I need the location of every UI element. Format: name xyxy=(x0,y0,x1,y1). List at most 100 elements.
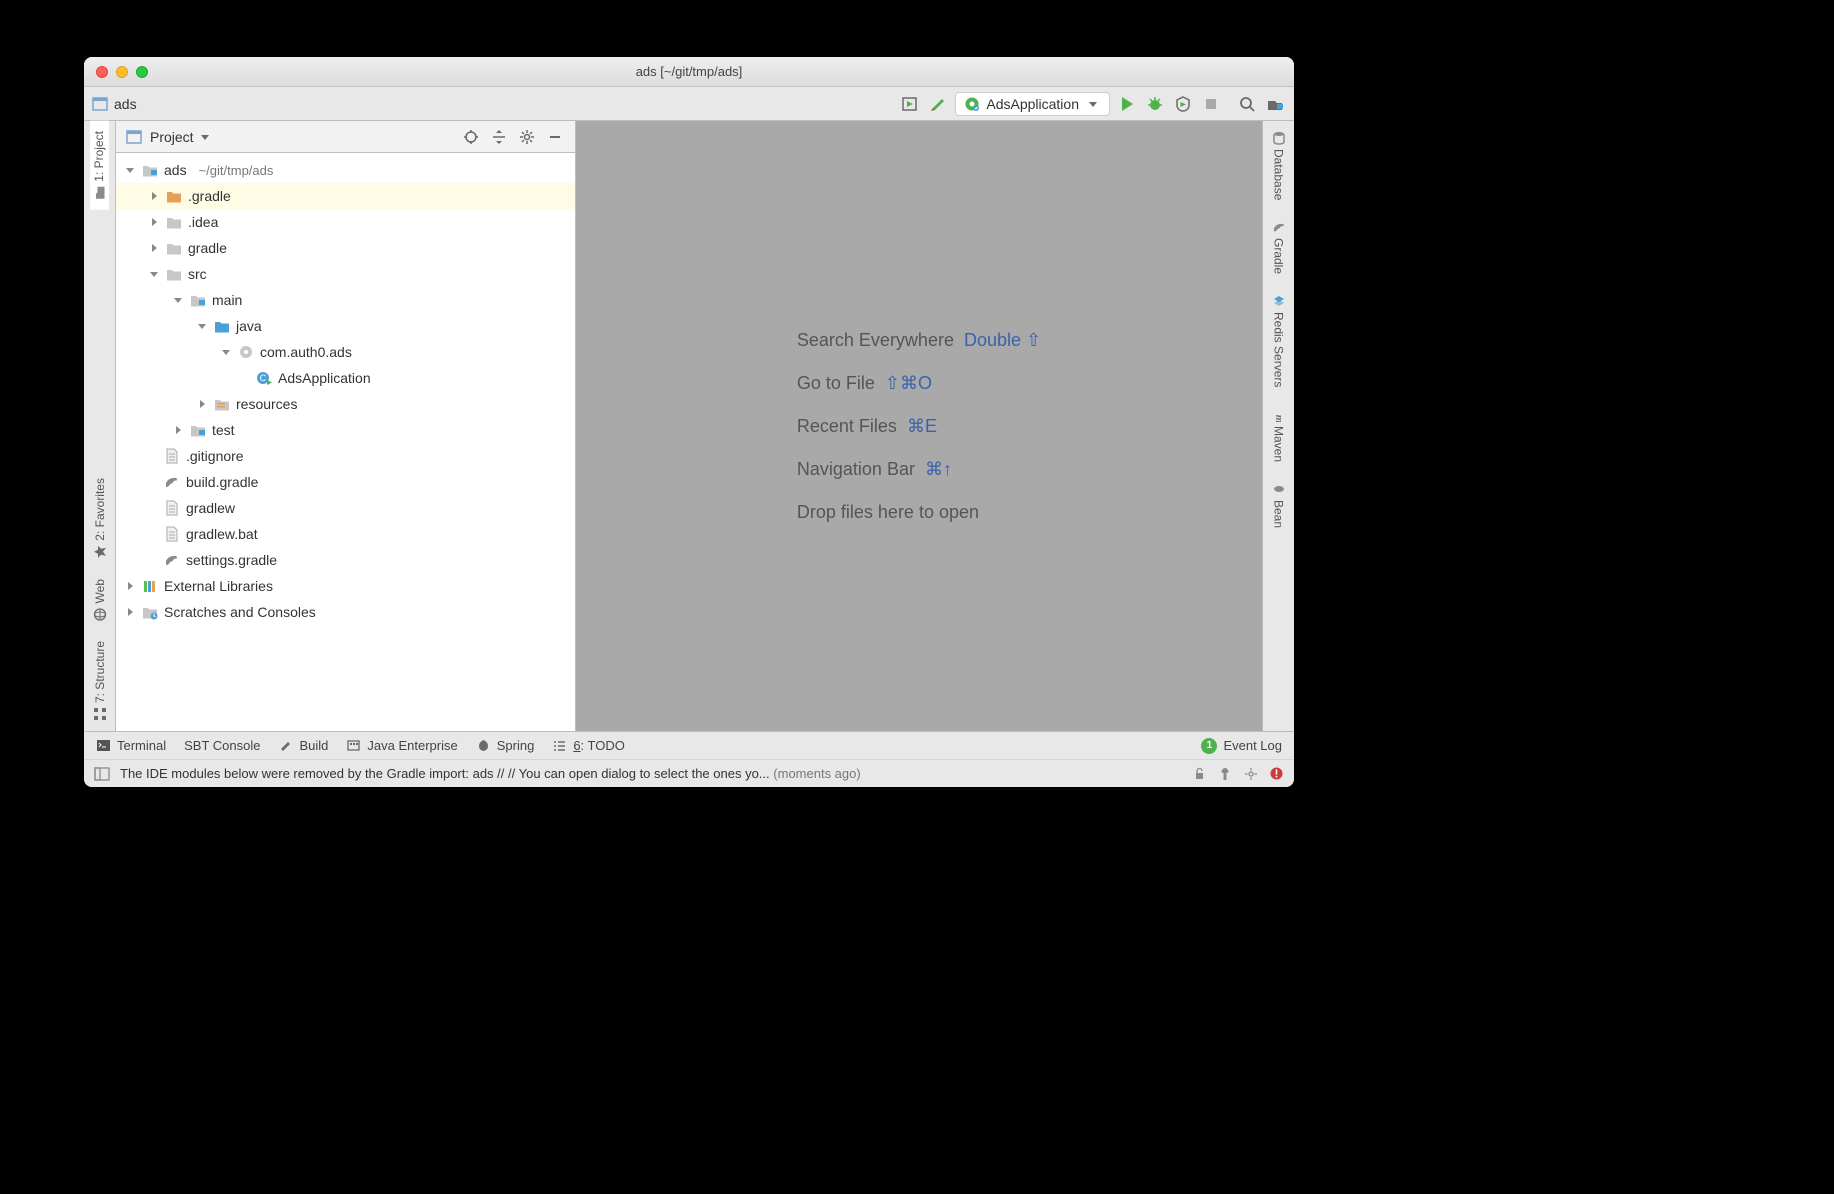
hint-shortcut: ⌘E xyxy=(907,416,937,437)
hint-label: Drop files here to open xyxy=(797,502,979,523)
window-close-button[interactable] xyxy=(96,66,108,78)
tree-node-package[interactable]: com.auth0.ads xyxy=(116,339,575,365)
rail-tab-maven[interactable]: m Maven xyxy=(1270,398,1288,472)
tab-java-enterprise[interactable]: Java Enterprise xyxy=(346,738,457,753)
tree-node-src[interactable]: src xyxy=(116,261,575,287)
node-label: gradlew.bat xyxy=(186,526,258,542)
disclosure-down-icon[interactable] xyxy=(220,346,232,358)
rail-tab-bean[interactable]: Bean xyxy=(1270,472,1288,538)
rail-tab-structure[interactable]: 7: Structure xyxy=(91,631,109,731)
maven-icon: m xyxy=(1272,408,1286,422)
disclosure-right-icon[interactable] xyxy=(124,606,136,618)
gear-icon[interactable] xyxy=(517,127,537,147)
node-label: com.auth0.ads xyxy=(260,344,352,360)
tree-node-java[interactable]: java xyxy=(116,313,575,339)
settings-sync-icon[interactable] xyxy=(1243,766,1259,782)
search-icon[interactable] xyxy=(1236,93,1258,115)
tab-label: Build xyxy=(299,738,328,753)
rail-label: 7: Structure xyxy=(93,641,107,703)
redis-icon xyxy=(1272,294,1286,308)
tab-spring[interactable]: Spring xyxy=(476,738,535,753)
window-minimize-button[interactable] xyxy=(116,66,128,78)
tree-node-gradlew[interactable]: gradlew xyxy=(116,495,575,521)
breadcrumb[interactable]: ads xyxy=(92,96,137,112)
tab-terminal[interactable]: Terminal xyxy=(96,738,166,753)
hint-label: Search Everywhere xyxy=(797,330,954,351)
disclosure-down-icon[interactable] xyxy=(148,268,160,280)
stop-button[interactable] xyxy=(1200,93,1222,115)
tree-node-idea[interactable]: .idea xyxy=(116,209,575,235)
disclosure-right-icon[interactable] xyxy=(196,398,208,410)
tree-node-test[interactable]: test xyxy=(116,417,575,443)
tree-node-resources[interactable]: resources xyxy=(116,391,575,417)
hide-pane-icon[interactable] xyxy=(545,127,565,147)
rail-tab-project[interactable]: 1: Project xyxy=(90,121,109,210)
rail-tab-redis[interactable]: Redis Servers xyxy=(1270,284,1288,397)
tab-label: Event Log xyxy=(1223,738,1282,753)
disclosure-down-icon[interactable] xyxy=(196,320,208,332)
disclosure-down-icon[interactable] xyxy=(172,294,184,306)
disclosure-right-icon[interactable] xyxy=(124,580,136,592)
navigation-bar: ads AdsApplication xyxy=(84,87,1294,121)
inspector-icon[interactable] xyxy=(1217,766,1233,782)
view-config-icon[interactable] xyxy=(899,93,921,115)
tree-node-build-gradle[interactable]: build.gradle xyxy=(116,469,575,495)
file-icon xyxy=(164,448,180,464)
tree-node-scratches[interactable]: Scratches and Consoles xyxy=(116,599,575,625)
disclosure-down-icon[interactable] xyxy=(124,164,136,176)
rail-tab-favorites[interactable]: 2: Favorites xyxy=(91,468,109,569)
lock-icon[interactable] xyxy=(1192,766,1207,781)
tab-event-log[interactable]: 1 Event Log xyxy=(1201,738,1282,754)
node-label: java xyxy=(236,318,262,334)
folder-icon xyxy=(166,214,182,230)
tree-node-root[interactable]: ads ~/git/tmp/ads xyxy=(116,157,575,183)
hint-shortcut: ⇧⌘O xyxy=(885,373,932,394)
error-indicator-icon[interactable] xyxy=(1269,766,1284,781)
folder-icon xyxy=(166,240,182,256)
titlebar: ads [~/git/tmp/ads] xyxy=(84,57,1294,87)
tree-node-gitignore[interactable]: .gitignore xyxy=(116,443,575,469)
collapse-all-icon[interactable] xyxy=(489,127,509,147)
node-label: .gitignore xyxy=(186,448,244,464)
status-message: The IDE modules below were removed by th… xyxy=(120,766,770,781)
disclosure-right-icon[interactable] xyxy=(172,424,184,436)
run-configuration-dropdown[interactable]: AdsApplication xyxy=(955,92,1110,116)
locate-icon[interactable] xyxy=(461,127,481,147)
package-icon xyxy=(238,344,254,360)
build-icon[interactable] xyxy=(927,93,949,115)
tree-node-gradlew-bat[interactable]: gradlew.bat xyxy=(116,521,575,547)
editor-area[interactable]: Search EverywhereDouble ⇧ Go to File⇧⌘O … xyxy=(576,121,1262,731)
tree-node-main[interactable]: main xyxy=(116,287,575,313)
status-time: (moments ago) xyxy=(773,766,860,781)
tree-node-gradle-dot[interactable]: .gradle xyxy=(116,183,575,209)
tab-label: Java Enterprise xyxy=(367,738,457,753)
node-label: build.gradle xyxy=(186,474,258,490)
tree-node-app-class[interactable]: C AdsApplication xyxy=(116,365,575,391)
rail-tab-gradle[interactable]: Gradle xyxy=(1270,210,1288,284)
tree-node-settings-gradle[interactable]: settings.gradle xyxy=(116,547,575,573)
chevron-down-icon xyxy=(1085,96,1101,112)
bean-icon xyxy=(1272,482,1286,496)
disclosure-right-icon[interactable] xyxy=(148,216,160,228)
project-structure-icon[interactable] xyxy=(1264,93,1286,115)
node-label: src xyxy=(188,266,207,282)
disclosure-right-icon[interactable] xyxy=(148,190,160,202)
chevron-down-icon[interactable] xyxy=(200,132,210,142)
tree-node-external-libraries[interactable]: External Libraries xyxy=(116,573,575,599)
run-button[interactable] xyxy=(1116,93,1138,115)
status-panel-icon[interactable] xyxy=(94,766,110,782)
tab-build[interactable]: Build xyxy=(278,738,328,753)
hint-shortcut: Double ⇧ xyxy=(964,330,1041,351)
debug-button[interactable] xyxy=(1144,93,1166,115)
window-zoom-button[interactable] xyxy=(136,66,148,78)
project-tree[interactable]: ads ~/git/tmp/ads .gradle .idea xyxy=(116,153,575,731)
tab-todo[interactable]: 6: TODO xyxy=(552,738,625,753)
tab-label: 6: TODO xyxy=(573,738,625,753)
coverage-button[interactable] xyxy=(1172,93,1194,115)
tree-node-gradle[interactable]: gradle xyxy=(116,235,575,261)
rail-tab-database[interactable]: Database xyxy=(1270,121,1288,210)
disclosure-right-icon[interactable] xyxy=(148,242,160,254)
rail-tab-web[interactable]: Web xyxy=(91,569,109,631)
rail-label: Gradle xyxy=(1272,238,1286,274)
tab-sbt-console[interactable]: SBT Console xyxy=(184,738,260,753)
